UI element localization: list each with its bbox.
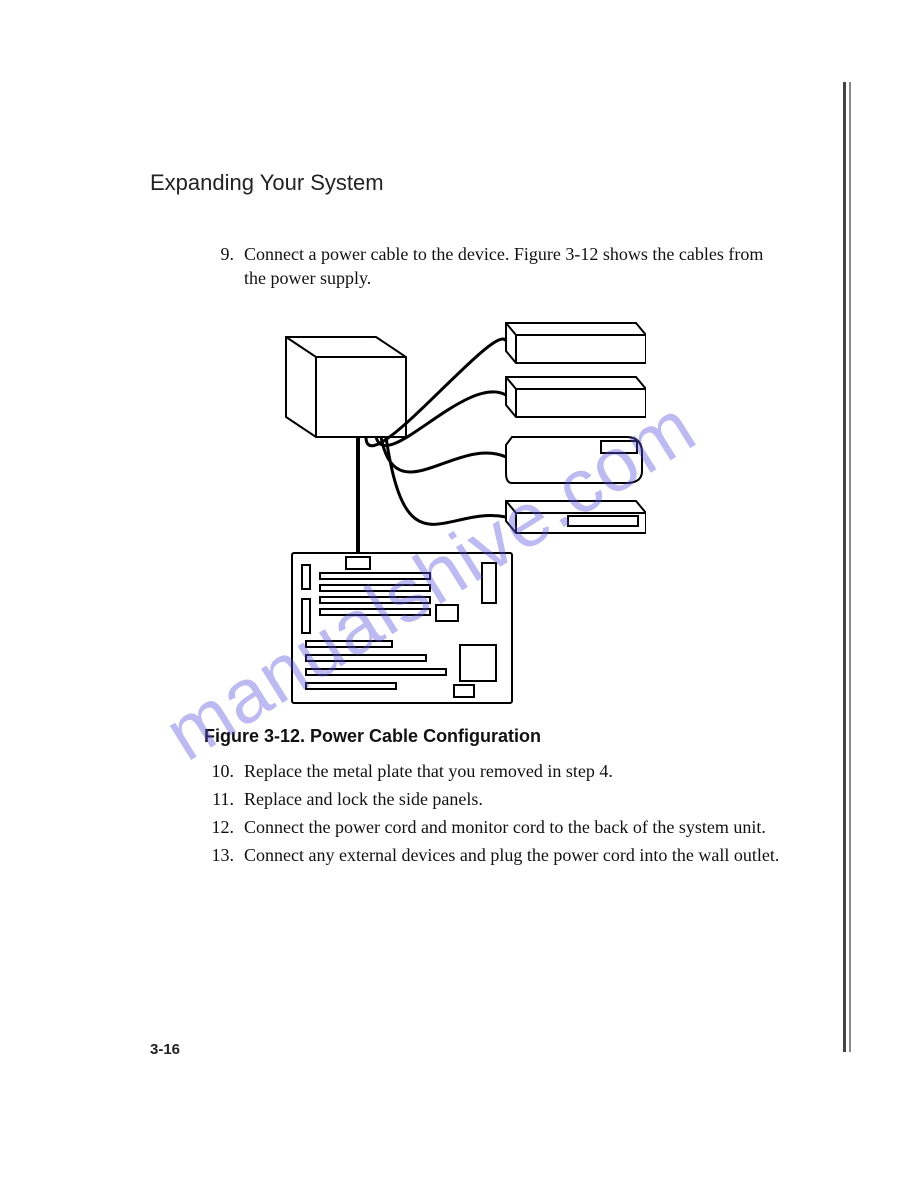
document-page: manualshive.com Expanding Your System 9.… xyxy=(0,0,918,1188)
figure-diagram xyxy=(206,305,828,712)
scan-edge-line xyxy=(843,82,846,1052)
step-number: 12. xyxy=(204,815,244,839)
step-item: 13. Connect any external devices and plu… xyxy=(204,843,828,867)
step-item: 9. Connect a power cable to the device. … xyxy=(204,242,828,291)
step-text: Connect a power cable to the device. Fig… xyxy=(244,242,788,291)
step-text: Connect the power cord and monitor cord … xyxy=(244,815,788,839)
section-heading: Expanding Your System xyxy=(150,170,828,196)
power-cable-diagram-icon xyxy=(206,305,646,707)
step-number: 11. xyxy=(204,787,244,811)
step-item: 11. Replace and lock the side panels. xyxy=(204,787,828,811)
step-text: Replace and lock the side panels. xyxy=(244,787,788,811)
step-item: 12. Connect the power cord and monitor c… xyxy=(204,815,828,839)
step-text: Connect any external devices and plug th… xyxy=(244,843,788,867)
step-number: 9. xyxy=(204,242,244,291)
step-item: 10. Replace the metal plate that you rem… xyxy=(204,759,828,783)
step-text: Replace the metal plate that you removed… xyxy=(244,759,788,783)
step-number: 10. xyxy=(204,759,244,783)
step-number: 13. xyxy=(204,843,244,867)
page-number: 3-16 xyxy=(150,1041,180,1058)
figure-caption: Figure 3-12. Power Cable Configuration xyxy=(204,726,828,747)
